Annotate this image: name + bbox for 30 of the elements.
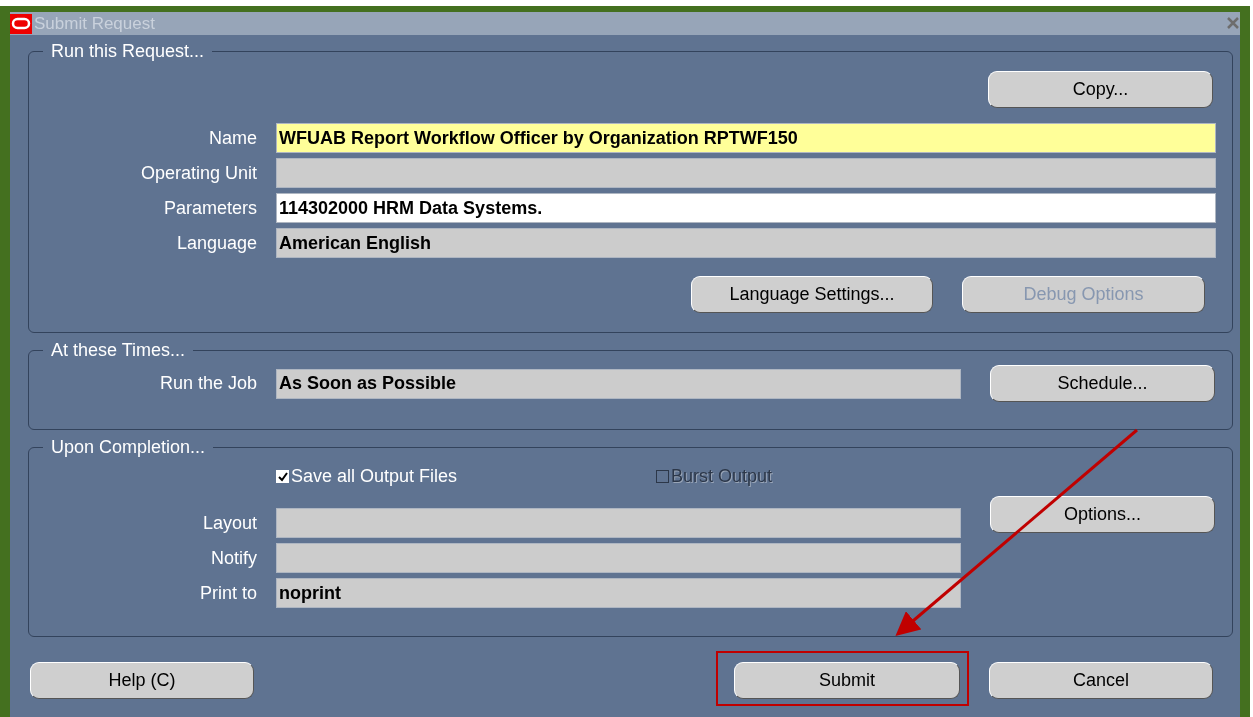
checkbox-label[interactable]: Save all Output Files — [291, 466, 458, 487]
checkbox[interactable] — [276, 470, 289, 483]
group-title: At these Times... — [50, 340, 187, 361]
button[interactable]: Cancel — [989, 662, 1213, 699]
button[interactable]: Schedule... — [990, 365, 1215, 402]
input-field[interactable]: 114302000 HRM Data Systems. — [276, 193, 1216, 223]
field-label: Print to — [198, 582, 257, 604]
button[interactable]: Options... — [990, 496, 1215, 533]
button[interactable]: Submit — [734, 662, 960, 699]
input-field[interactable]: WFUAB Report Workflow Officer by Organization RPTWF150 — [276, 123, 1216, 153]
field-label: Run the Job — [158, 373, 257, 394]
input-field[interactable] — [276, 158, 1216, 188]
input-field[interactable]: noprint — [276, 578, 961, 608]
field-label: Language — [175, 232, 257, 254]
input-field[interactable]: American English — [276, 228, 1216, 258]
field-label: Layout — [201, 512, 257, 534]
field-label: Name — [208, 127, 257, 149]
button[interactable]: Copy... — [988, 71, 1213, 108]
input-field[interactable] — [276, 508, 961, 538]
field-label: Parameters — [162, 197, 257, 219]
field-label: Notify — [210, 547, 257, 569]
group-title: Upon Completion... — [50, 437, 207, 458]
button[interactable]: Language Settings... — [691, 276, 933, 313]
button[interactable]: Help (C) — [30, 662, 254, 699]
field-label: Operating Unit — [139, 162, 257, 184]
input-field[interactable] — [276, 543, 961, 573]
logo-icon — [10, 13, 32, 34]
close-icon[interactable] — [1226, 16, 1240, 30]
group-title: Run this Request... — [50, 41, 206, 62]
input-field[interactable]: As Soon as Possible — [276, 368, 961, 399]
